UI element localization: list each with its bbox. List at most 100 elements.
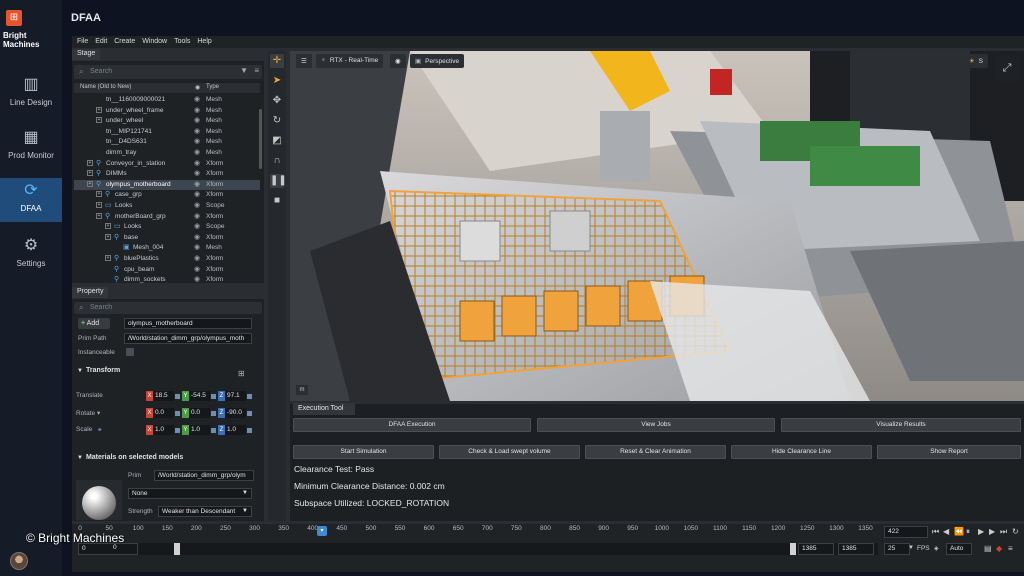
visibility-eye-icon[interactable]: ◉ (194, 243, 200, 251)
sidebar-item-line-design[interactable]: ▥ Line Design (0, 72, 62, 116)
visibility-eye-icon[interactable]: ◉ (194, 254, 200, 262)
visibility-button[interactable]: ◉ (390, 54, 406, 68)
expand-toggle-icon[interactable]: + (105, 233, 111, 240)
expand-toggle-icon[interactable]: + (87, 180, 93, 187)
sidebar-item-settings[interactable]: ⚙ Settings (0, 233, 62, 277)
skip-start-icon[interactable]: ⏮ (932, 527, 939, 537)
stage-tree-row[interactable]: + ⚲ case_grp ◉ Xform (74, 190, 260, 201)
pause-icon[interactable]: ⏸ (966, 527, 970, 537)
keyframe-icon[interactable] (247, 394, 252, 399)
camera-dropdown[interactable]: ▣ Perspective (410, 54, 465, 68)
visibility-eye-icon[interactable]: ◉ (194, 137, 200, 145)
stage-tree-row[interactable]: + under_wheel_frame ◉ Mesh (74, 106, 260, 117)
scale-z-field[interactable]: 1.0 (225, 425, 246, 435)
stage-tree-row[interactable]: + ⚲ base ◉ Xform (74, 233, 260, 244)
render-mode-dropdown[interactable]: ♆ RTX - Real-Time (316, 54, 384, 68)
expand-toggle-icon[interactable]: + (96, 117, 102, 124)
menu-icon[interactable]: ≡ (254, 66, 259, 75)
3d-viewport[interactable]: ☰ ♆ RTX - Real-Time ◉ ▣ Perspective ☀ S ⤢ m (290, 51, 1024, 401)
stage-tree-row[interactable]: + ▭ Looks ◉ Scope (74, 222, 260, 233)
end-frame-field[interactable]: 1385 (798, 543, 834, 555)
stage-tree-row[interactable]: + ⚲ bluePlastics ◉ Xform (74, 254, 260, 265)
rotate-y-field[interactable]: 0.0 (189, 408, 210, 418)
stop-icon[interactable]: ■ (270, 194, 284, 208)
visibility-eye-icon[interactable]: ◉ (194, 233, 200, 241)
fps-field[interactable]: 25 (884, 543, 910, 555)
sidebar-item-prod-monitor[interactable]: ▦ Prod Monitor (0, 125, 62, 169)
start-simulation-button[interactable]: Start Simulation (293, 445, 434, 459)
auto-key-button[interactable]: Auto (946, 543, 972, 555)
lighting-settings-button[interactable]: ☀ S (963, 54, 988, 68)
menu-help[interactable]: Help (197, 36, 211, 48)
column-type[interactable]: Type (206, 84, 219, 90)
expand-toggle-icon[interactable]: + (105, 255, 111, 261)
fullscreen-icon[interactable]: ⤢ (994, 55, 1020, 81)
rotate-label[interactable]: Rotate ▾ (76, 409, 100, 417)
expand-toggle-icon[interactable]: + (96, 106, 102, 113)
show-report-button[interactable]: Show Report (877, 445, 1021, 459)
material-prim-field[interactable]: /World/station_dimm_grp/olym (154, 470, 254, 481)
add-button[interactable]: + Add (78, 318, 110, 329)
end-frame-field-2[interactable]: 1385 (838, 543, 874, 555)
play-icon[interactable]: ▶ (978, 527, 984, 536)
stage-tree-row[interactable]: ⚲ dimm_sockets ◉ Xform (74, 275, 260, 286)
visibility-eye-icon[interactable]: ◉ (194, 95, 200, 103)
visibility-eye-icon[interactable]: ◉ (194, 127, 200, 135)
stage-tree-row[interactable]: tn__1160009000021 ◉ Mesh (74, 95, 260, 106)
menu-create[interactable]: Create (114, 36, 135, 48)
visibility-eye-icon[interactable]: ◉ (194, 169, 200, 177)
visibility-eye-icon[interactable]: ◉ (194, 201, 200, 209)
rewind-icon[interactable]: ⏪ (954, 527, 964, 536)
stage-tree-row[interactable]: ▣ Mesh_004 ◉ Mesh (74, 243, 260, 254)
strength-dropdown[interactable]: Weaker than Descendant ▼ (158, 506, 252, 517)
scale-icon[interactable]: ◩ (270, 134, 284, 148)
keyframe-icon[interactable] (175, 394, 180, 399)
translate-y-field[interactable]: -54.5 (189, 391, 210, 401)
avatar[interactable] (10, 552, 28, 570)
expand-toggle-icon[interactable]: + (96, 191, 102, 198)
keyframe-icon[interactable] (211, 394, 216, 399)
visibility-eye-icon[interactable]: ◉ (194, 116, 200, 124)
scale-x-field[interactable]: 1.0 (153, 425, 174, 435)
prim-name-field[interactable]: olympus_motherboard (124, 318, 252, 329)
playhead-marker[interactable]: ▾ (317, 526, 327, 536)
range-slider[interactable] (78, 543, 878, 555)
menu-window[interactable]: Window (142, 36, 167, 48)
visibility-eye-icon[interactable]: ◉ (194, 190, 200, 198)
hide-clearance-line-button[interactable]: Hide Clearance Line (731, 445, 872, 459)
keyframe-icon[interactable] (211, 411, 216, 416)
property-search-input[interactable]: ⌕ Search (74, 302, 262, 314)
keyframe-icon[interactable] (175, 411, 180, 416)
menu-file[interactable]: File (77, 36, 88, 48)
stage-tree-row[interactable]: ⚲ cpu_beam ◉ Xform (74, 265, 260, 276)
material-dropdown[interactable]: None ▼ (128, 488, 252, 499)
translate-x-field[interactable]: 18.5 (153, 391, 174, 401)
transform-section-header[interactable]: ▼ Transform (74, 367, 260, 379)
scale-y-field[interactable]: 1.0 (189, 425, 210, 435)
keyframe-icon[interactable] (247, 428, 252, 433)
stage-tree-row[interactable]: + ⚲ Conveyor_in_station ◉ Xform (74, 159, 260, 170)
tab-stage[interactable]: Stage (72, 49, 101, 60)
rotate-z-field[interactable]: -90.0 (225, 408, 246, 418)
keyframe-icon[interactable] (247, 411, 252, 416)
stage-tree-row[interactable]: + ⚲ DIMMs ◉ Xform (74, 169, 260, 180)
rotate-icon[interactable]: ↻ (270, 114, 284, 128)
column-name[interactable]: Name (Old to New) (80, 84, 131, 90)
view-jobs-button[interactable]: View Jobs (537, 418, 775, 432)
visibility-eye-icon[interactable]: ◉ (194, 180, 200, 188)
select-arrow-icon[interactable]: ➤ (270, 74, 284, 88)
viewport-settings-button[interactable]: ☰ (296, 54, 312, 68)
translate-z-field[interactable]: 97.1 (225, 391, 246, 401)
snap-magnet-icon[interactable]: ∩ (270, 154, 284, 168)
stage-tree-row[interactable]: + ⚲ olympus_motherboard ◉ Xform (74, 179, 260, 191)
menu-edit[interactable]: Edit (95, 36, 107, 48)
materials-section-header[interactable]: ▼ Materials on selected models (74, 454, 260, 466)
visibility-eye-icon[interactable]: ◉ (194, 212, 200, 220)
expand-toggle-icon[interactable]: + (96, 212, 102, 219)
timeline-ruler[interactable]: 0 50 100 150 200 250 300 350 400 450 500 550 600 650 7… (78, 524, 880, 536)
expand-toggle-icon[interactable]: + (105, 223, 111, 230)
visibility-eye-icon[interactable]: ◉ (194, 159, 200, 167)
visualize-results-button[interactable]: Visualize Results (781, 418, 1021, 432)
dfaa-execution-button[interactable]: DFAA Execution (293, 418, 531, 432)
prim-path-field[interactable]: /World/station_dimm_grp/olympus_moth (124, 333, 252, 344)
